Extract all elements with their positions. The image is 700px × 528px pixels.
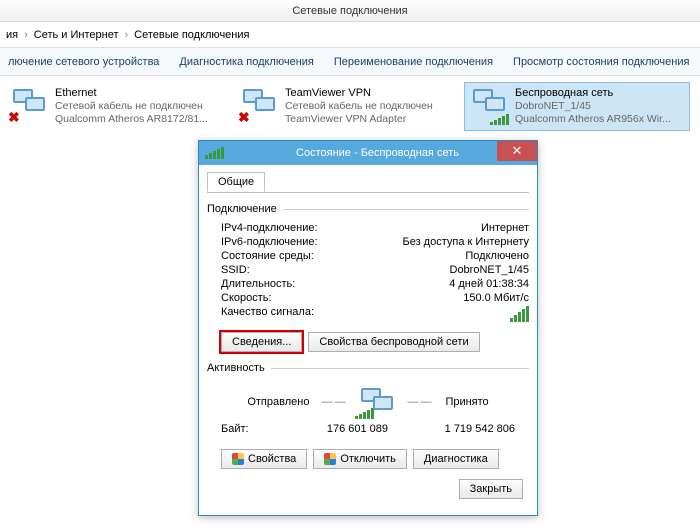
network-adapter-icon: ✖: [241, 87, 277, 123]
properties-button-label: Свойства: [248, 453, 296, 465]
signal-value: [351, 306, 529, 325]
signal-bars-icon: [355, 408, 374, 419]
item-status: DobroNET_1/45: [515, 100, 671, 113]
duration-label: Длительность:: [221, 278, 351, 290]
ipv4-value: Интернет: [351, 222, 529, 234]
duration-value: 4 дней 01:38:34: [351, 278, 529, 290]
bytes-label: Байт:: [221, 423, 301, 435]
toolbar-viewstatus[interactable]: Просмотр состояния подключения: [513, 56, 689, 68]
connection-item-teamviewer[interactable]: ✖ TeamViewer VPN Сетевой кабель не подкл…: [234, 82, 460, 131]
dialog-titlebar[interactable]: Состояние - Беспроводная сеть ✕: [199, 141, 537, 165]
tab-general[interactable]: Общие: [207, 172, 265, 192]
window-titlebar: Сетевые подключения: [0, 0, 700, 22]
signal-bars-icon: [510, 306, 529, 322]
dash-icon: ——: [407, 396, 433, 408]
ipv6-label: IPv6-подключение:: [221, 236, 351, 248]
shield-icon: [232, 453, 244, 465]
group-activity-label: Активность: [207, 362, 265, 374]
speed-label: Скорость:: [221, 292, 351, 304]
shield-icon: [324, 453, 336, 465]
status-dialog: Состояние - Беспроводная сеть ✕ Общие По…: [198, 140, 538, 516]
network-adapter-icon: ✖: [11, 87, 47, 123]
sent-label: Отправлено: [247, 396, 309, 408]
signal-bars-icon: [205, 147, 224, 159]
ssid-value: DobroNET_1/45: [351, 264, 529, 276]
ipv6-value: Без доступа к Интернету: [351, 236, 529, 248]
tab-row: Общие: [207, 171, 529, 193]
disconnected-x-icon: ✖: [8, 109, 20, 126]
window-title: Сетевые подключения: [292, 5, 407, 17]
breadcrumb-conn[interactable]: Сетевые подключения: [134, 29, 249, 41]
disconnected-x-icon: ✖: [238, 109, 250, 126]
diagnose-button[interactable]: Диагностика: [413, 449, 499, 469]
close-button[interactable]: Закрыть: [459, 479, 523, 499]
close-button[interactable]: ✕: [497, 141, 537, 161]
connections-list: ✖ Ethernet Сетевой кабель не подключен Q…: [0, 76, 700, 137]
chevron-right-icon: ›: [125, 29, 129, 41]
dash-icon: ——: [321, 396, 347, 408]
properties-button[interactable]: Свойства: [221, 449, 307, 469]
details-button[interactable]: Сведения...: [221, 332, 302, 352]
item-device: Qualcomm Atheros AR956x Wir...: [515, 113, 671, 126]
breadcrumb: ия › Сеть и Интернет › Сетевые подключен…: [0, 22, 700, 48]
chevron-right-icon: ›: [24, 29, 28, 41]
speed-value: 150.0 Мбит/с: [351, 292, 529, 304]
connection-item-ethernet[interactable]: ✖ Ethernet Сетевой кабель не подключен Q…: [4, 82, 230, 131]
ipv4-label: IPv4-подключение:: [221, 222, 351, 234]
toolbar: лючение сетевого устройства Диагностика …: [0, 48, 700, 76]
group-activity-header: Активность: [207, 362, 529, 374]
media-label: Состояние среды:: [221, 250, 351, 262]
toolbar-diagnose[interactable]: Диагностика подключения: [179, 56, 313, 68]
breadcrumb-net[interactable]: Сеть и Интернет: [34, 29, 119, 41]
group-connection-label: Подключение: [207, 203, 277, 215]
group-connection-header: Подключение: [207, 203, 529, 215]
toolbar-disable[interactable]: лючение сетевого устройства: [8, 56, 159, 68]
item-name: Ethernet: [55, 87, 208, 100]
bytes-recv: 1 719 542 806: [428, 423, 515, 435]
toolbar-rename[interactable]: Переименование подключения: [334, 56, 493, 68]
dialog-title: Состояние - Беспроводная сеть: [224, 147, 531, 159]
disable-button[interactable]: Отключить: [313, 449, 407, 469]
bytes-sent: 176 601 089: [301, 423, 388, 435]
signal-bars-icon: [490, 114, 509, 125]
ssid-label: SSID:: [221, 264, 351, 276]
throughput-icon: [359, 386, 395, 417]
media-value: Подключено: [351, 250, 529, 262]
disable-button-label: Отключить: [340, 453, 396, 465]
item-device: Qualcomm Atheros AR8172/81...: [55, 113, 208, 126]
wifi-props-button[interactable]: Свойства беспроводной сети: [308, 332, 479, 352]
wifi-adapter-icon: [471, 87, 507, 123]
breadcrumb-trunc[interactable]: ия: [6, 29, 18, 41]
connection-item-wifi[interactable]: Беспроводная сеть DobroNET_1/45 Qualcomm…: [464, 82, 690, 131]
item-status: Сетевой кабель не подключен: [55, 100, 208, 113]
item-device: TeamViewer VPN Adapter: [285, 113, 433, 126]
item-name: TeamViewer VPN: [285, 87, 433, 100]
received-label: Принято: [445, 396, 488, 408]
item-status: Сетевой кабель не подключен: [285, 100, 433, 113]
item-name: Беспроводная сеть: [515, 87, 671, 100]
signal-label: Качество сигнала:: [221, 306, 351, 325]
